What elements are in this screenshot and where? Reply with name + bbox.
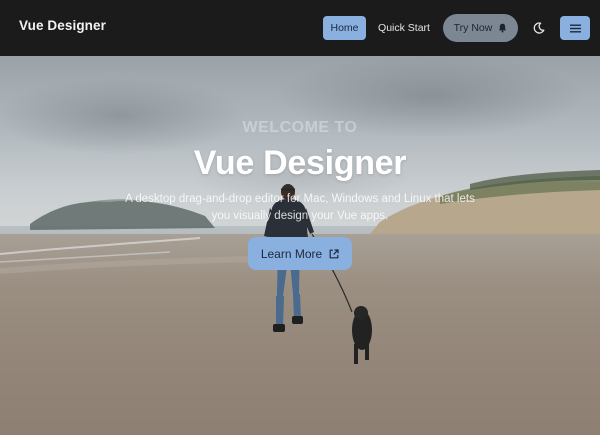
top-navbar: Vue Designer Home Quick Start Try Now [0, 0, 600, 56]
nav-quick-start-button[interactable]: Quick Start [374, 16, 434, 40]
learn-more-label: Learn More [260, 246, 323, 261]
hamburger-menu-icon [569, 24, 581, 32]
hero-title: Vue Designer [193, 144, 407, 182]
nav-home-button[interactable]: Home [323, 16, 366, 40]
try-now-label: Try Now [453, 22, 493, 34]
menu-button[interactable] [560, 16, 590, 40]
try-now-button[interactable]: Try Now [443, 14, 518, 42]
theme-toggle-button[interactable] [530, 16, 548, 40]
external-link-icon [329, 248, 339, 258]
hero-eyebrow: WELCOME TO [242, 119, 358, 136]
hero-content: WELCOME TO Vue Designer A desktop drag-a… [0, 56, 600, 435]
moon-icon [533, 22, 545, 34]
brand-title[interactable]: Vue Designer [19, 18, 106, 33]
hero-description: A desktop drag-and-drop editor for Mac, … [125, 193, 475, 222]
hero-section: WELCOME TO Vue Designer A desktop drag-a… [0, 56, 600, 435]
bell-icon [499, 23, 507, 33]
learn-more-button[interactable]: Learn More [248, 237, 352, 270]
